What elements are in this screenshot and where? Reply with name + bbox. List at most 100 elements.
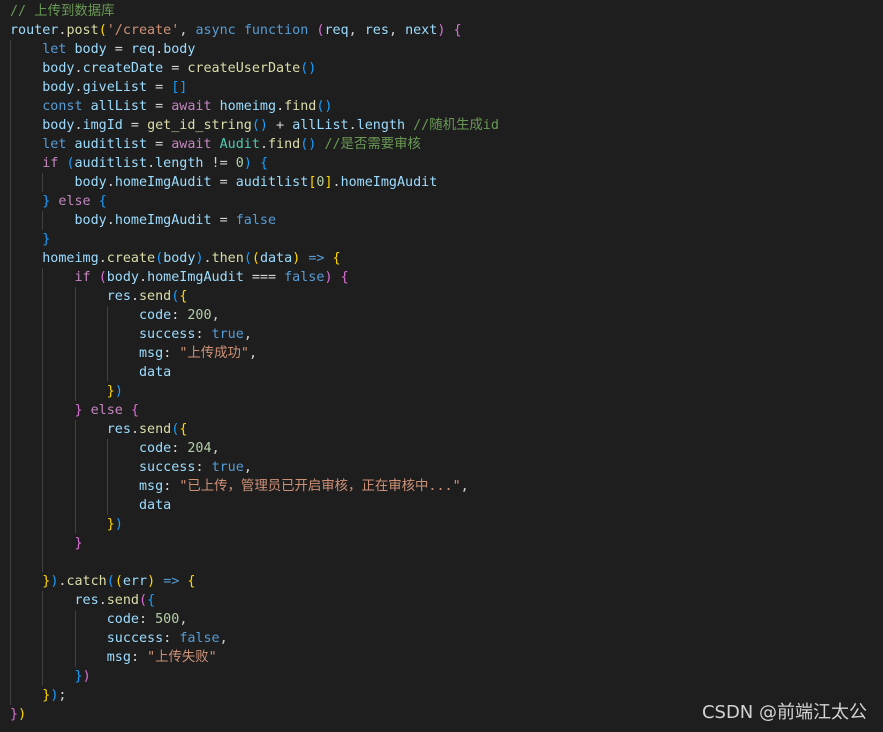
code-line[interactable]: router.post('/create', async function (r… <box>10 21 883 40</box>
code-line[interactable]: res.send({ <box>10 287 883 306</box>
code-line[interactable]: msg: "上传失败" <box>10 648 883 667</box>
indent-guide <box>42 553 44 572</box>
code-line[interactable]: res.send({ <box>10 591 883 610</box>
code-line[interactable]: data <box>10 363 883 382</box>
code-area[interactable]: // 上传到数据库 router.post('/create', async fu… <box>10 2 883 724</box>
code-token: : <box>163 631 180 646</box>
code-line[interactable]: } else { <box>10 192 883 211</box>
code-token: { <box>98 194 107 209</box>
code-line[interactable]: body.createDate = createUserDate() <box>10 59 883 78</box>
code-token: let <box>42 137 67 152</box>
code-line[interactable]: msg: "上传成功", <box>10 344 883 363</box>
indent-guide <box>42 420 44 439</box>
indent-guide <box>10 268 11 287</box>
code-token: ) <box>324 270 333 285</box>
code-token: : <box>195 327 212 342</box>
code-token: { <box>453 23 462 38</box>
code-line[interactable]: code: 200, <box>10 306 883 325</box>
code-token: ( <box>66 156 75 171</box>
code-token: , <box>348 23 365 38</box>
code-line[interactable]: } <box>10 534 883 553</box>
code-line[interactable]: let body = req.body <box>10 40 883 59</box>
indent-guide <box>42 591 44 610</box>
code-line[interactable]: body.giveList = [] <box>10 78 883 97</box>
indent-guide <box>42 458 44 477</box>
code-line[interactable]: body.imgId = get_id_string() + allList.l… <box>10 116 883 135</box>
indent-guide <box>74 344 76 363</box>
code-token: , <box>211 441 220 456</box>
code-token: . <box>74 80 83 95</box>
indent-guide <box>42 325 44 344</box>
code-line[interactable]: }).catch((err) => { <box>10 572 883 591</box>
indent-guide <box>74 496 76 515</box>
code-line[interactable]: data <box>10 496 883 515</box>
code-line[interactable]: } else { <box>10 401 883 420</box>
code-token: { <box>340 270 349 285</box>
indent-guide <box>10 439 11 458</box>
code-line[interactable]: success: true, <box>10 325 883 344</box>
indent-guide <box>10 667 11 686</box>
code-token: data <box>259 251 293 266</box>
code-token: { <box>179 422 188 437</box>
code-line[interactable]: code: 500, <box>10 610 883 629</box>
code-line[interactable]: if (auditlist.length != 0) { <box>10 154 883 173</box>
code-token: body <box>42 118 75 133</box>
indent-guide <box>106 496 108 515</box>
code-line[interactable]: code: 204, <box>10 439 883 458</box>
code-token: "上传成功" <box>179 346 249 361</box>
indent-guide <box>10 572 11 591</box>
code-token: , <box>211 308 220 323</box>
indent-guide <box>42 648 44 667</box>
code-token: success <box>106 631 164 646</box>
code-token: allList <box>292 118 349 133</box>
indent-guide <box>42 534 44 553</box>
code-line[interactable]: body.homeImgAudit = auditlist[0].homeImg… <box>10 173 883 192</box>
indent-guide <box>42 344 44 363</box>
code-line[interactable]: success: false, <box>10 629 883 648</box>
code-line[interactable]: const allList = await homeimg.find() <box>10 97 883 116</box>
code-line[interactable] <box>10 553 883 572</box>
indent-guide <box>42 401 44 420</box>
code-line[interactable]: }) <box>10 667 883 686</box>
code-token: code <box>139 308 172 323</box>
code-token: homeImgAudit <box>147 270 244 285</box>
code-token: giveList <box>82 80 148 95</box>
code-token: code <box>139 441 172 456</box>
indent-guide <box>74 648 76 667</box>
code-token: body <box>42 61 75 76</box>
code-line[interactable]: res.send({ <box>10 420 883 439</box>
indent-guide <box>74 610 76 629</box>
code-token: createDate <box>82 61 164 76</box>
code-token: // 上传到数据库 <box>10 4 115 19</box>
code-token: auditlist <box>235 175 309 190</box>
indent-guide <box>10 97 11 116</box>
code-line[interactable]: // 上传到数据库 <box>10 2 883 21</box>
code-line[interactable]: homeimg.create(body).then((data) => { <box>10 249 883 268</box>
code-token: : <box>139 612 156 627</box>
code-editor[interactable]: // 上传到数据库 router.post('/create', async fu… <box>0 0 883 732</box>
code-line[interactable]: if (body.homeImgAudit === false) { <box>10 268 883 287</box>
code-token: body <box>74 42 107 57</box>
code-line[interactable]: msg: "已上传，管理员已开启审核，正在审核中...", <box>10 477 883 496</box>
code-token: post <box>66 23 99 38</box>
indent-guide <box>10 629 11 648</box>
code-token: createUserDate <box>187 61 301 76</box>
code-token: success <box>139 327 196 342</box>
code-line[interactable]: success: true, <box>10 458 883 477</box>
code-line[interactable]: }) <box>10 515 883 534</box>
code-line[interactable]: body.homeImgAudit = false <box>10 211 883 230</box>
code-line[interactable]: } <box>10 230 883 249</box>
code-line[interactable]: }) <box>10 382 883 401</box>
code-line[interactable]: let auditlist = await Audit.find() //是否需… <box>10 135 883 154</box>
code-token: body <box>42 80 75 95</box>
indent-guide <box>10 173 11 192</box>
code-token: 200 <box>187 308 212 323</box>
